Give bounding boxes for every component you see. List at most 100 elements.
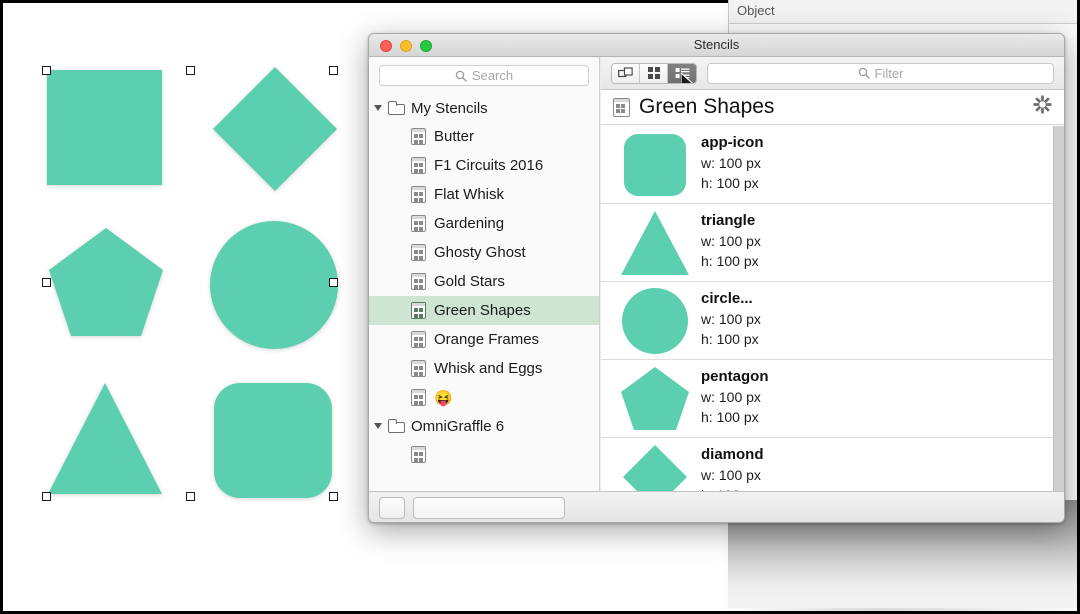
sidebar-item-emoji[interactable]: 😝 (369, 383, 599, 412)
sidebar-item-label: Green Shapes (434, 302, 531, 319)
sidebar-item-label: Orange Frames (434, 331, 540, 348)
stencil-sidebar[interactable]: Search My Stencils Butter F1 Circuits 20… (369, 57, 600, 491)
gear-icon[interactable] (1033, 95, 1052, 119)
sidebar-item-ghosty-ghost[interactable]: Ghosty Ghost (369, 238, 599, 267)
selection-handle[interactable] (186, 492, 195, 501)
add-stencil-button[interactable] (379, 497, 405, 519)
list-scrollbar[interactable] (1053, 126, 1064, 491)
item-meta: app-icon w: 100 px h: 100 px (701, 126, 764, 191)
sidebar-item-label: Ghosty Ghost (434, 244, 526, 261)
item-name: pentagon (701, 368, 769, 385)
item-width: w: 100 px (701, 233, 761, 249)
selection-handle[interactable] (42, 66, 51, 75)
list-item[interactable]: circle... w: 100 px h: 100 px (601, 282, 1064, 360)
grid-view-button[interactable] (640, 63, 668, 83)
tree-group-label: OmniGraffle 6 (411, 417, 505, 435)
sidebar-item-gardening[interactable]: Gardening (369, 209, 599, 238)
canvas-shape-diamond[interactable] (211, 65, 339, 193)
stencil-icon (411, 186, 426, 203)
list-item[interactable]: diamond w: 100 px h: 100 px (601, 438, 1064, 491)
item-height: h: 100 px (701, 409, 759, 425)
item-thumbnail (609, 126, 701, 204)
sidebar-item-label: F1 Circuits 2016 (434, 157, 544, 174)
canvas-shape-pentagon[interactable] (47, 226, 165, 338)
sidebar-item-clipped[interactable] (369, 440, 599, 469)
item-thumbnail (609, 282, 701, 360)
stencil-title: Green Shapes (639, 95, 775, 118)
selection-handle[interactable] (42, 492, 51, 501)
window-body: Search My Stencils Butter F1 Circuits 20… (369, 57, 1064, 522)
sidebar-item-label: Gardening (434, 215, 505, 232)
stencil-icon (411, 302, 426, 319)
sidebar-item-label: Butter (434, 128, 475, 145)
sidebar-item-green-shapes[interactable]: Green Shapes (369, 296, 599, 325)
stencil-tree: My Stencils Butter F1 Circuits 2016 Flat… (369, 92, 599, 469)
canvas-shape-rounded-rect[interactable] (214, 383, 332, 498)
item-name: diamond (701, 446, 764, 463)
stencil-header: Green Shapes (601, 90, 1064, 125)
item-width: w: 100 px (701, 155, 761, 171)
item-thumbnail (609, 360, 701, 438)
sidebar-item-f1-circuits-2016[interactable]: F1 Circuits 2016 (369, 151, 599, 180)
item-meta: triangle w: 100 px h: 100 px (701, 204, 761, 269)
selection-handle[interactable] (329, 66, 338, 75)
item-name: triangle (701, 212, 756, 229)
item-height: h: 100 px (701, 331, 759, 347)
stencil-icon (411, 389, 426, 406)
stencil-item-list[interactable]: app-icon w: 100 px h: 100 px triangle w:… (601, 126, 1064, 491)
chevron-down-icon[interactable] (374, 423, 382, 429)
selection-handle[interactable] (329, 278, 338, 287)
item-meta: circle... w: 100 px h: 100 px (701, 282, 761, 347)
window-title: Stencils (693, 37, 740, 52)
detail-toolbar: Filter (601, 57, 1064, 90)
canvas-shape-square[interactable] (47, 70, 162, 185)
list-view-button[interactable] (668, 63, 696, 83)
sidebar-item-orange-frames[interactable]: Orange Frames (369, 325, 599, 354)
tree-group-omnigraffle-6[interactable]: OmniGraffle 6 (369, 412, 599, 440)
stencil-icon (411, 128, 426, 145)
stencils-window[interactable]: Stencils Search My Stencils Butter F1 Ci… (368, 33, 1065, 523)
search-input[interactable]: Search (379, 65, 589, 86)
stencil-name-field[interactable] (413, 497, 565, 519)
tree-group-my-stencils[interactable]: My Stencils (369, 94, 599, 122)
filter-input[interactable]: Filter (707, 62, 1054, 84)
search-icon (858, 67, 870, 79)
item-width: w: 100 px (701, 467, 761, 483)
chevron-down-icon[interactable] (374, 105, 382, 111)
stencil-icon (411, 273, 426, 290)
item-meta: pentagon w: 100 px h: 100 px (701, 360, 769, 425)
stencil-icon (411, 244, 426, 261)
item-width: w: 100 px (701, 311, 761, 327)
item-name: circle... (701, 290, 753, 307)
overlapping-squares-icon (618, 66, 633, 77)
canvas-shape-triangle[interactable] (46, 381, 164, 496)
item-height: h: 100 px (701, 253, 759, 269)
canvas-shape-circle[interactable] (210, 221, 338, 349)
stencil-icon (411, 360, 426, 377)
sidebar-item-flat-whisk[interactable]: Flat Whisk (369, 180, 599, 209)
sidebar-item-butter[interactable]: Butter (369, 122, 599, 151)
search-container: Search (369, 57, 599, 92)
window-titlebar[interactable]: Stencils (369, 34, 1064, 57)
tree-group-label: My Stencils (411, 99, 488, 117)
selection-handle[interactable] (186, 66, 195, 75)
stencil-detail-pane: Filter Green Shapes app-icon w: 100 px h… (601, 57, 1064, 491)
canvas-view-button[interactable] (612, 63, 640, 83)
item-meta: diamond w: 100 px h: 100 px (701, 438, 764, 491)
selection-handle[interactable] (329, 492, 338, 501)
list-item[interactable]: pentagon w: 100 px h: 100 px (601, 360, 1064, 438)
view-mode-segmented-control[interactable] (611, 62, 697, 84)
sidebar-item-whisk-and-eggs[interactable]: Whisk and Eggs (369, 354, 599, 383)
window-footer (369, 491, 1064, 522)
grid-icon (647, 67, 660, 79)
list-item[interactable]: triangle w: 100 px h: 100 px (601, 204, 1064, 282)
sidebar-item-gold-stars[interactable]: Gold Stars (369, 267, 599, 296)
selection-handle[interactable] (42, 278, 51, 287)
screen: Object Fill Stencils (0, 0, 1080, 614)
filter-placeholder: Filter (874, 65, 904, 81)
stencil-icon (613, 97, 630, 117)
list-item[interactable]: app-icon w: 100 px h: 100 px (601, 126, 1064, 204)
inspector-title: Object (737, 3, 775, 18)
search-icon (455, 70, 467, 82)
stencil-icon (411, 331, 426, 348)
